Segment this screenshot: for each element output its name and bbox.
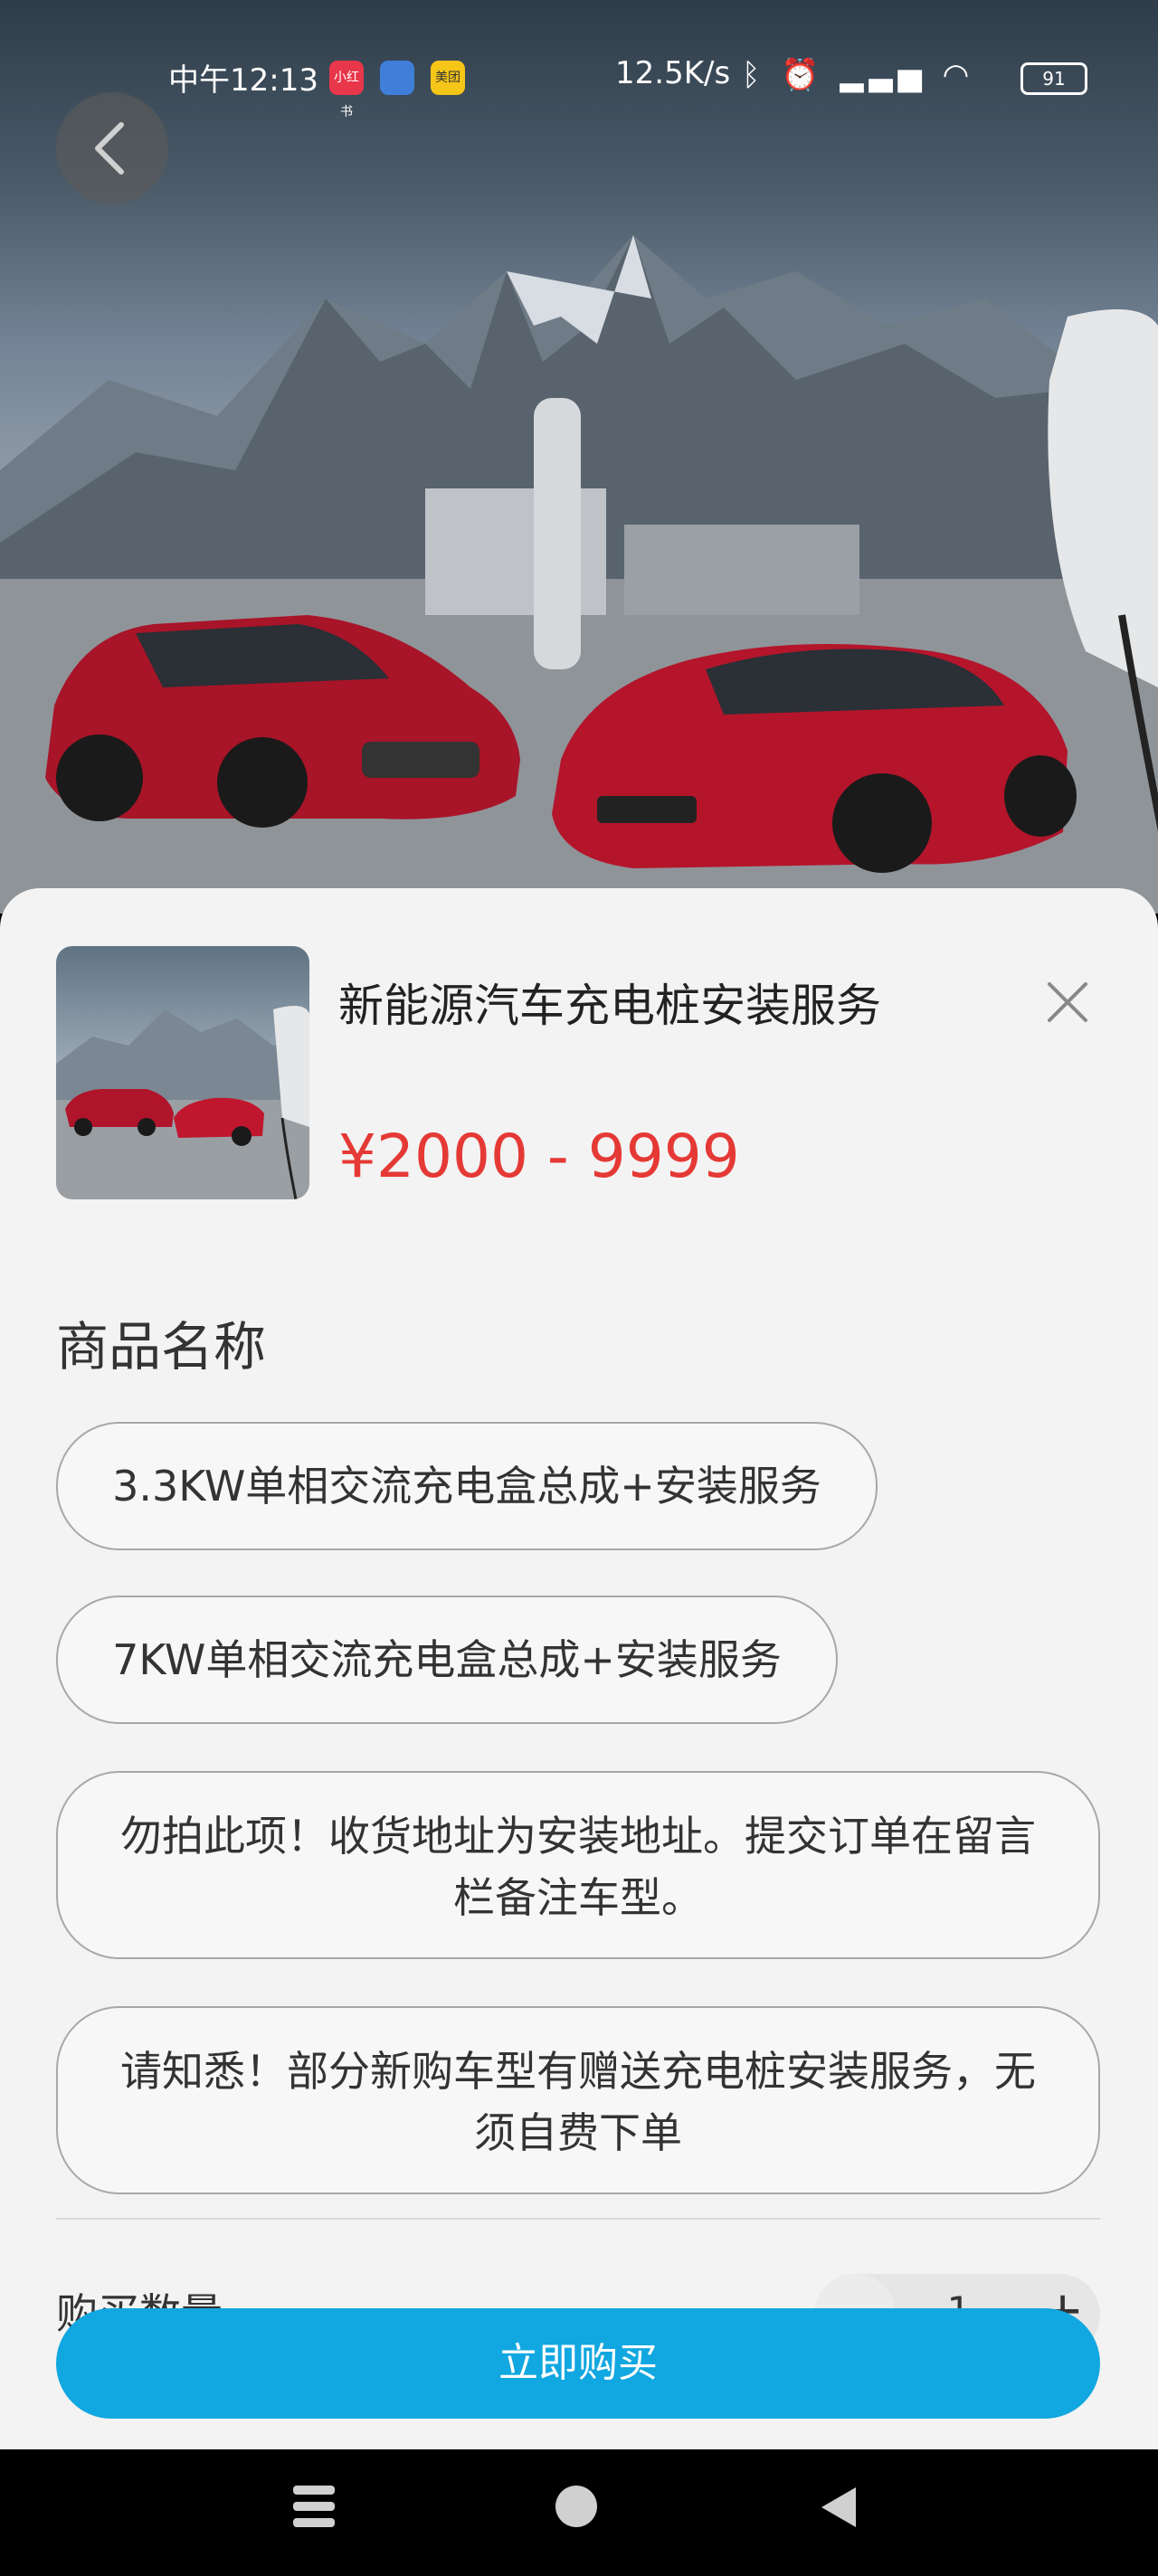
status-icons: ᛒ ⏰ ▂▃▅ ◠ bbox=[742, 57, 974, 93]
spec-selection-sheet: 新能源汽车充电桩安装服务 ¥2000 - 9999 商品名称 3.3KW单相交流… bbox=[0, 888, 1158, 2449]
back-button[interactable] bbox=[56, 92, 168, 204]
system-navigation-bar bbox=[0, 2449, 1158, 2572]
wifi-icon: ◠ bbox=[942, 57, 975, 93]
xiaohongshu-app-icon: 小红书 bbox=[329, 61, 364, 119]
close-button[interactable] bbox=[1040, 975, 1095, 1029]
status-time: 中午12:13 bbox=[168, 62, 318, 99]
buy-now-button[interactable]: 立即购买 bbox=[56, 2308, 1100, 2419]
network-speed: 12.5K/s bbox=[615, 55, 731, 91]
product-title: 新能源汽车充电桩安装服务 bbox=[338, 980, 881, 1032]
battery-icon: 91 bbox=[1020, 62, 1087, 95]
alarm-icon: ⏰ bbox=[781, 57, 825, 93]
back-triangle-icon[interactable] bbox=[821, 2487, 856, 2527]
notes-app-icon bbox=[380, 61, 414, 95]
divider bbox=[56, 2218, 1100, 2220]
bluetooth-icon: ᛒ bbox=[742, 57, 766, 93]
close-icon bbox=[1048, 982, 1087, 1022]
chevron-left-icon bbox=[95, 122, 124, 175]
price-range: ¥2000 - 9999 bbox=[338, 1122, 740, 1191]
spec-option-notice-free[interactable]: 请知悉！部分新购车型有赠送充电桩安装服务，无须自费下单 bbox=[56, 2006, 1100, 2194]
menu-icon[interactable] bbox=[293, 2486, 335, 2527]
thumbnail-illustration bbox=[56, 1006, 309, 1199]
hero-illustration bbox=[0, 235, 1158, 914]
spec-option-notice-address[interactable]: 勿拍此项！收货地址为安装地址。提交订单在留言栏备注车型。 bbox=[56, 1771, 1100, 1959]
spec-option-3kw[interactable]: 3.3KW单相交流充电盒总成+安装服务 bbox=[56, 1422, 878, 1550]
spec-section-label: 商品名称 bbox=[56, 1316, 267, 1378]
meituan-app-icon: 美团 bbox=[431, 61, 465, 95]
signal-icon: ▂▃▅ bbox=[840, 57, 927, 93]
spec-option-7kw[interactable]: 7KW单相交流充电盒总成+安装服务 bbox=[56, 1596, 838, 1724]
home-icon[interactable] bbox=[555, 2486, 597, 2527]
product-hero-image bbox=[0, 0, 1158, 914]
product-thumbnail bbox=[56, 946, 309, 1199]
status-bar: 中午12:13 小红书 美团 12.5K/s ᛒ ⏰ ▂▃▅ ◠ 91 bbox=[0, 50, 1158, 119]
